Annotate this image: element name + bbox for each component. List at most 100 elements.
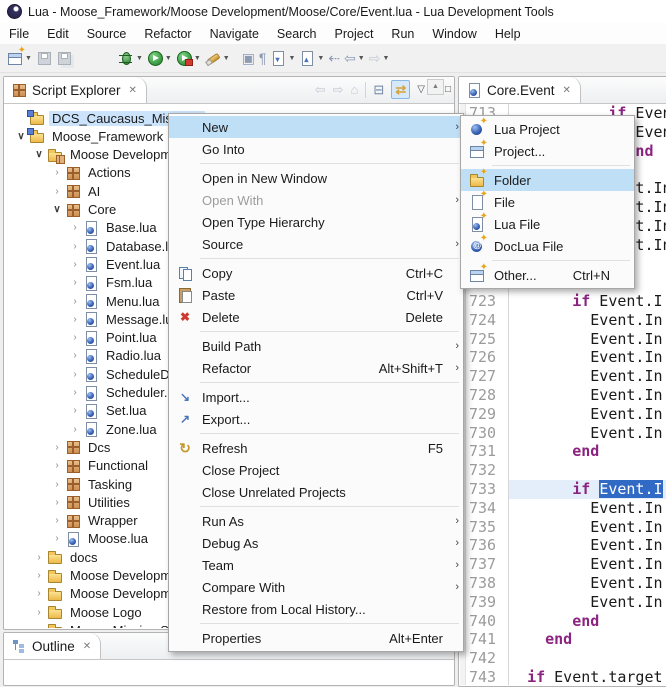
chevron-collapsed-icon[interactable]: ›	[31, 552, 47, 563]
chevron-expanded-icon[interactable]: ∨	[31, 149, 47, 160]
menu-item-open-with[interactable]: Open With›	[169, 189, 463, 211]
close-icon[interactable]: ✕	[129, 85, 137, 96]
menu-item-other[interactable]: ✦Other...Ctrl+N	[461, 264, 634, 286]
menu-item-import[interactable]: ↘Import...	[169, 386, 463, 408]
toolbar-button-external-tools[interactable]: ▼	[203, 46, 232, 70]
menu-item-close-unrelated-projects[interactable]: Close Unrelated Projects	[169, 481, 463, 503]
chevron-collapsed-icon[interactable]: ›	[49, 497, 65, 508]
toolbar-button-forward[interactable]: ⇨▼	[367, 46, 392, 70]
chevron-expanded-icon[interactable]: ∨	[49, 204, 65, 215]
menu-item-lua-file[interactable]: ✦Lua File	[461, 213, 634, 235]
menu-file[interactable]: File	[0, 25, 38, 43]
menu-item-project[interactable]: ✦Project...	[461, 140, 634, 162]
toolbar-button-previous-annotation[interactable]: ▴▼	[297, 46, 326, 70]
chevron-collapsed-icon[interactable]: ›	[31, 625, 47, 628]
toolbar-button-last-edit-location[interactable]: ⇠	[326, 46, 342, 70]
collapse-all-icon[interactable]: ⊟	[373, 83, 384, 96]
menu-window[interactable]: Window	[423, 25, 485, 43]
toolbar-button-run-coverage[interactable]: ▼	[174, 46, 203, 70]
chevron-collapsed-icon[interactable]: ›	[67, 259, 83, 270]
chevron-collapsed-icon[interactable]: ›	[67, 369, 83, 380]
toolbar-button-mark-occurrences[interactable]: ▣	[240, 46, 257, 70]
toolbar-button-back[interactable]: ⇦▼	[342, 46, 367, 70]
menu-item-refresh[interactable]: ↻RefreshF5	[169, 437, 463, 459]
toolbar-button-next-annotation[interactable]: ▾▼	[268, 46, 297, 70]
dropdown-arrow-icon[interactable]: ▼	[223, 55, 230, 62]
menu-item-export[interactable]: ↗Export...	[169, 408, 463, 430]
chevron-collapsed-icon[interactable]: ›	[49, 186, 65, 197]
forward-icon[interactable]: ⇨	[333, 83, 344, 96]
tab-core-event[interactable]: Core.Event ✕	[459, 77, 581, 103]
toolbar-button-new-wizard[interactable]: ✦▼	[5, 46, 34, 70]
chevron-collapsed-icon[interactable]: ›	[49, 533, 65, 544]
close-icon[interactable]: ✕	[563, 85, 571, 96]
menu-item-lua-project[interactable]: ✦Lua Project	[461, 118, 634, 140]
menu-item-go-into[interactable]: Go Into	[169, 138, 463, 160]
dropdown-arrow-icon[interactable]: ▼	[317, 55, 324, 62]
menu-item-new[interactable]: New›	[169, 116, 463, 138]
chevron-collapsed-icon[interactable]: ›	[31, 570, 47, 581]
menu-navigate[interactable]: Navigate	[201, 25, 268, 43]
chevron-collapsed-icon[interactable]: ›	[31, 607, 47, 618]
tab-script-explorer[interactable]: Script Explorer ✕	[4, 77, 147, 103]
menu-help[interactable]: Help	[486, 25, 530, 43]
dropdown-arrow-icon[interactable]: ▼	[194, 55, 201, 62]
menu-item-build-path[interactable]: Build Path›	[169, 335, 463, 357]
menu-item-compare-with[interactable]: Compare With›	[169, 576, 463, 598]
menu-item-close-project[interactable]: Close Project	[169, 459, 463, 481]
chevron-collapsed-icon[interactable]: ›	[49, 442, 65, 453]
maximize-icon[interactable]: □	[445, 85, 451, 95]
menu-item-run-as[interactable]: Run As›	[169, 510, 463, 532]
menu-project[interactable]: Project	[326, 25, 383, 43]
menu-item-source[interactable]: Source›	[169, 233, 463, 255]
menu-run[interactable]: Run	[382, 25, 423, 43]
menu-item-open-type-hierarchy[interactable]: Open Type Hierarchy	[169, 211, 463, 233]
scrollbar-up-icon[interactable]: ▲	[427, 79, 444, 95]
menu-item-debug-as[interactable]: Debug As›	[169, 532, 463, 554]
tab-outline[interactable]: Outline ✕	[4, 633, 101, 659]
link-with-editor-icon[interactable]: ⇄	[391, 80, 410, 99]
menu-item-folder[interactable]: ✦Folder	[461, 169, 634, 191]
close-icon[interactable]: ✕	[83, 641, 91, 652]
chevron-collapsed-icon[interactable]: ›	[67, 222, 83, 233]
go-up-icon[interactable]: ⌂	[351, 83, 359, 96]
menu-source[interactable]: Source	[78, 25, 136, 43]
menu-item-delete[interactable]: ✖DeleteDelete	[169, 306, 463, 328]
menu-item-refactor[interactable]: RefactorAlt+Shift+T›	[169, 357, 463, 379]
toolbar-button-debug[interactable]: ▼	[116, 46, 145, 70]
chevron-collapsed-icon[interactable]: ›	[67, 350, 83, 361]
menu-search[interactable]: Search	[268, 25, 326, 43]
chevron-collapsed-icon[interactable]: ›	[67, 405, 83, 416]
chevron-collapsed-icon[interactable]: ›	[49, 515, 65, 526]
menu-item-copy[interactable]: CopyCtrl+C	[169, 262, 463, 284]
toolbar-button-show-whitespace[interactable]: ¶	[257, 46, 269, 70]
chevron-collapsed-icon[interactable]: ›	[67, 387, 83, 398]
dropdown-arrow-icon[interactable]: ▼	[136, 55, 143, 62]
toolbar-button-save[interactable]	[34, 46, 54, 70]
dropdown-arrow-icon[interactable]: ▼	[288, 55, 295, 62]
toolbar-button-run[interactable]: ▼	[145, 46, 174, 70]
chevron-collapsed-icon[interactable]: ›	[67, 296, 83, 307]
back-icon[interactable]: ⇦	[315, 83, 326, 96]
menu-item-team[interactable]: Team›	[169, 554, 463, 576]
chevron-collapsed-icon[interactable]: ›	[49, 460, 65, 471]
chevron-collapsed-icon[interactable]: ›	[49, 167, 65, 178]
dropdown-arrow-icon[interactable]: ▼	[25, 55, 32, 62]
view-menu-icon[interactable]: ▽	[417, 85, 425, 95]
chevron-collapsed-icon[interactable]: ›	[67, 241, 83, 252]
dropdown-arrow-icon[interactable]: ▼	[358, 55, 365, 62]
menu-item-paste[interactable]: PasteCtrl+V	[169, 284, 463, 306]
chevron-collapsed-icon[interactable]: ›	[67, 424, 83, 435]
menu-item-properties[interactable]: PropertiesAlt+Enter	[169, 627, 463, 649]
dropdown-arrow-icon[interactable]: ▼	[165, 55, 172, 62]
menu-item-doclua-file[interactable]: @✦DocLua File	[461, 235, 634, 257]
menu-item-file[interactable]: ✦File	[461, 191, 634, 213]
chevron-collapsed-icon[interactable]: ›	[49, 479, 65, 490]
chevron-collapsed-icon[interactable]: ›	[31, 588, 47, 599]
chevron-collapsed-icon[interactable]: ›	[67, 277, 83, 288]
menu-refactor[interactable]: Refactor	[135, 25, 200, 43]
dropdown-arrow-icon[interactable]: ▼	[382, 55, 389, 62]
menu-item-restore-from-local-history[interactable]: Restore from Local History...	[169, 598, 463, 620]
chevron-collapsed-icon[interactable]: ›	[67, 332, 83, 343]
menu-item-open-in-new-window[interactable]: Open in New Window	[169, 167, 463, 189]
